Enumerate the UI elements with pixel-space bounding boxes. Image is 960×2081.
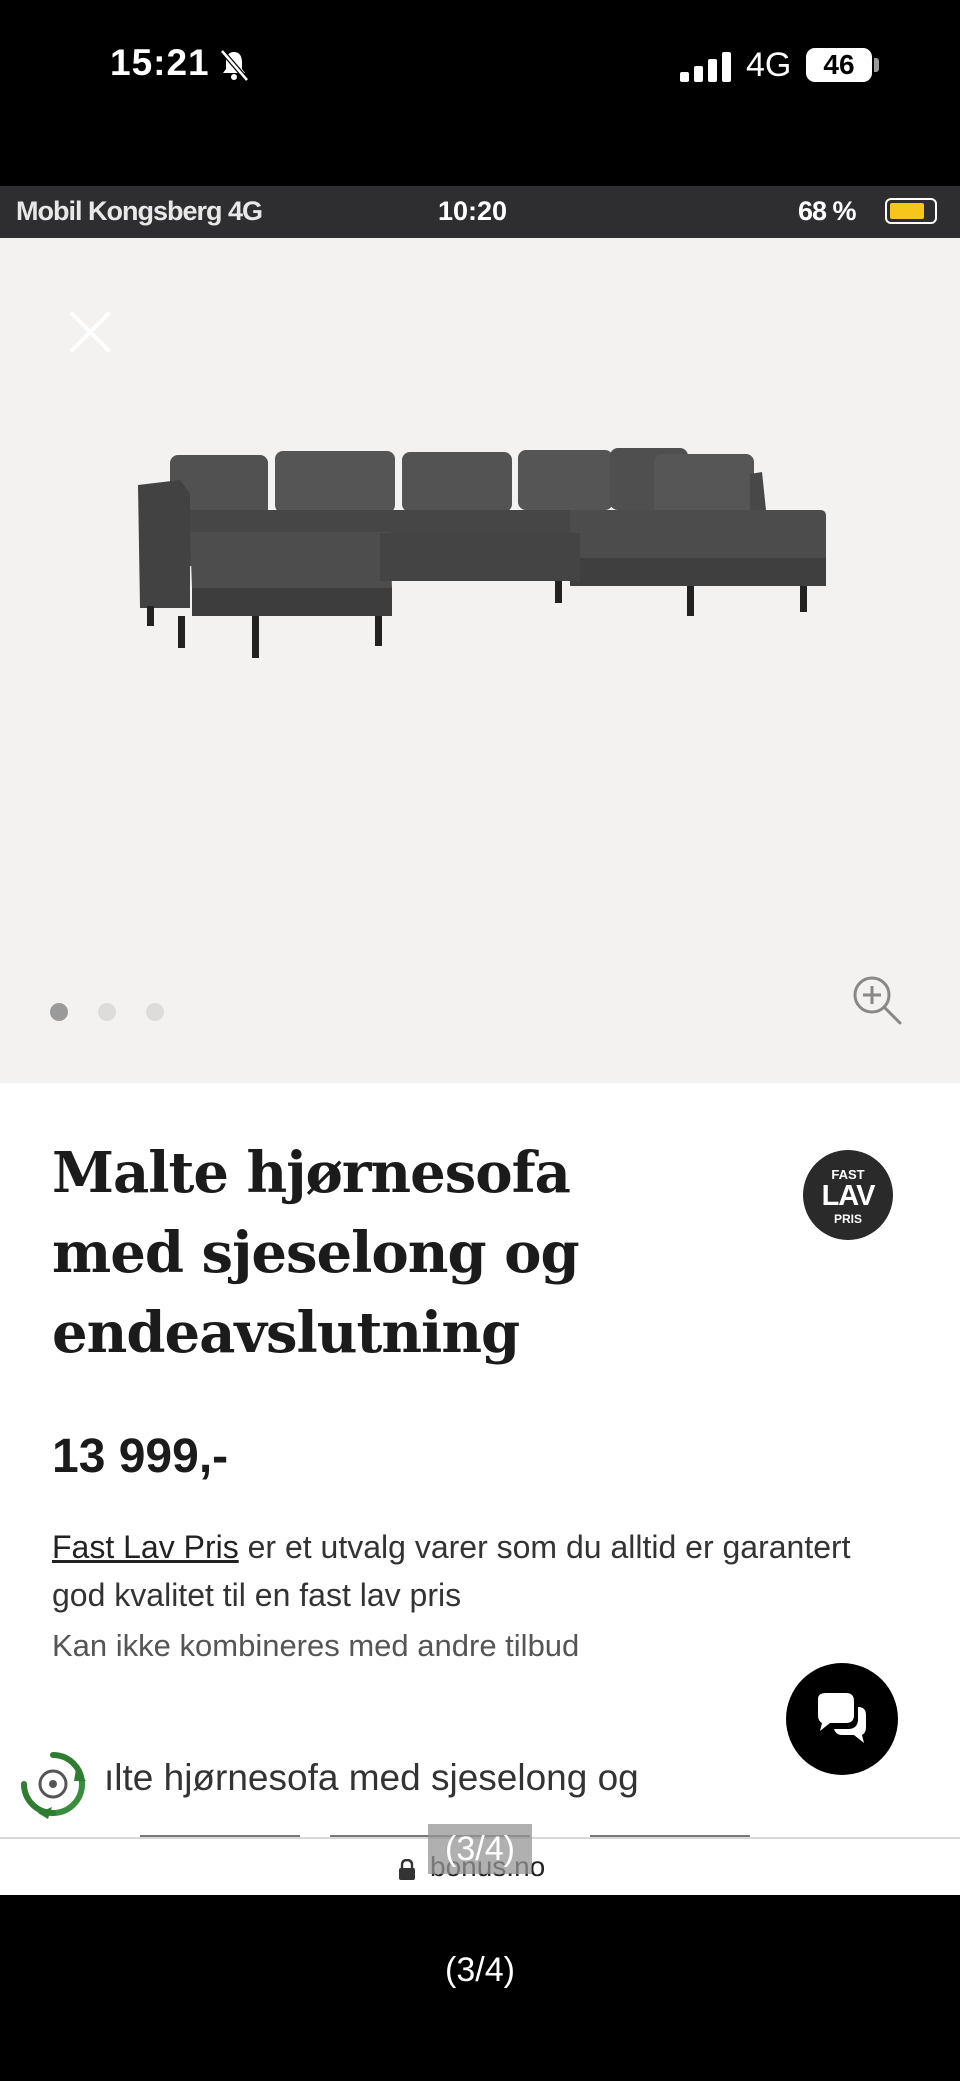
- viewer-bottom-bar: (3/4): [0, 1895, 960, 2081]
- image-counter: (3/4): [445, 1951, 515, 1989]
- outer-status-bar: 15:21 4G 46: [0, 0, 960, 186]
- inner-time: 10:20: [438, 196, 508, 226]
- product-gallery[interactable]: [0, 238, 960, 1083]
- fast-lav-pris-badge: FAST LAV PRIS: [803, 1150, 893, 1240]
- bell-muted-icon: [220, 49, 249, 82]
- outer-time: 15:21: [110, 42, 210, 83]
- inner-battery-percent: 68 %: [798, 196, 857, 226]
- battery-icon: 46: [806, 48, 872, 82]
- network-type: 4G: [746, 46, 792, 84]
- battery-tip: [874, 58, 879, 72]
- gallery-dot[interactable]: [98, 1003, 116, 1021]
- product-info: Malte hjørnesofa med sjeselong og endeav…: [0, 1083, 960, 1895]
- lock-icon: [399, 1859, 415, 1880]
- price-description: Fast Lav Pris er et utvalg varer som du …: [52, 1523, 872, 1619]
- badge-mid-text: LAV: [821, 1180, 876, 1212]
- gallery-pagination[interactable]: [50, 1003, 164, 1021]
- zoom-in-icon[interactable]: [850, 973, 904, 1027]
- badge-bottom-text: PRIS: [833, 1212, 862, 1226]
- offer-note: Kan ikke kombineres med andre tilbud: [52, 1628, 580, 1663]
- product-title: Malte hjørnesofa med sjeselong og endeav…: [52, 1140, 580, 1366]
- product-price: 13 999,-: [52, 1430, 229, 1483]
- fast-lav-pris-link[interactable]: Fast Lav Pris: [52, 1529, 239, 1565]
- product-body-text: ılte hjørnesofa med sjeselong og: [104, 1757, 639, 1798]
- product-image-sofa: [138, 448, 826, 658]
- inner-battery-icon: [885, 198, 937, 224]
- close-icon[interactable]: [66, 308, 114, 356]
- inner-carrier: Mobil Kongsberg 4G: [16, 196, 263, 226]
- gallery-dot[interactable]: [146, 1003, 164, 1021]
- chat-icon: [818, 1693, 866, 1743]
- eco-recycle-icon: [21, 1752, 86, 1819]
- inner-status-bar: Mobil Kongsberg 4G 10:20 68 %: [0, 186, 960, 238]
- gallery-dot[interactable]: [50, 1003, 68, 1021]
- signal-icon: [680, 52, 731, 82]
- overlay-page-counter: (3/4): [428, 1824, 532, 1874]
- chat-button[interactable]: [786, 1663, 898, 1775]
